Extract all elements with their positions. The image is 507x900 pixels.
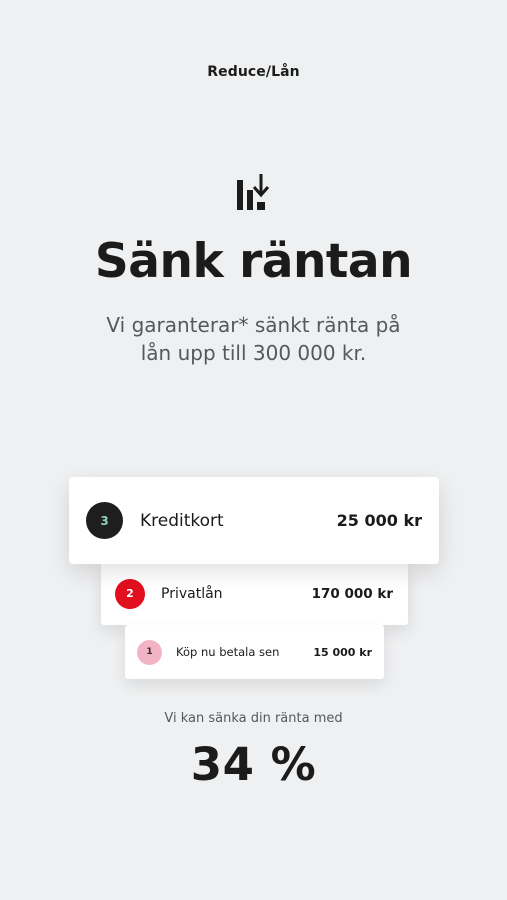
badge-number: 2 xyxy=(126,587,134,600)
badge-number: 1 xyxy=(146,647,153,657)
loan-label: Kreditkort xyxy=(140,510,224,531)
hero-subtitle: Vi garanterar* sänkt ränta på lån upp ti… xyxy=(106,313,401,365)
loan-card-privatlan: 2 Privatlån 170 000 kr xyxy=(101,562,408,625)
result-caption: Vi kan sänka din ränta med xyxy=(164,711,343,726)
loan-label: Köp nu betala sen xyxy=(176,645,280,659)
loan-number-badge: 3 xyxy=(86,502,123,539)
hero-title: Sänk räntan xyxy=(94,234,413,289)
page-header-title: Reduce/Lån xyxy=(207,64,300,80)
loan-number-badge: 2 xyxy=(115,578,145,609)
loan-amount: 170 000 kr xyxy=(311,585,393,602)
loan-label: Privatlån xyxy=(161,585,223,602)
loan-card-kreditkort: 3 Kreditkort 25 000 kr xyxy=(69,477,439,564)
loan-amount: 15 000 kr xyxy=(313,645,372,659)
result-percentage: 34 % xyxy=(190,738,317,791)
bar-chart-down-icon xyxy=(237,174,270,210)
badge-number: 3 xyxy=(100,513,109,528)
loan-card-kop-nu-betala-sen: 1 Köp nu betala sen 15 000 kr xyxy=(125,625,384,679)
loan-number-badge: 1 xyxy=(137,639,162,665)
loan-amount: 25 000 kr xyxy=(336,511,422,530)
